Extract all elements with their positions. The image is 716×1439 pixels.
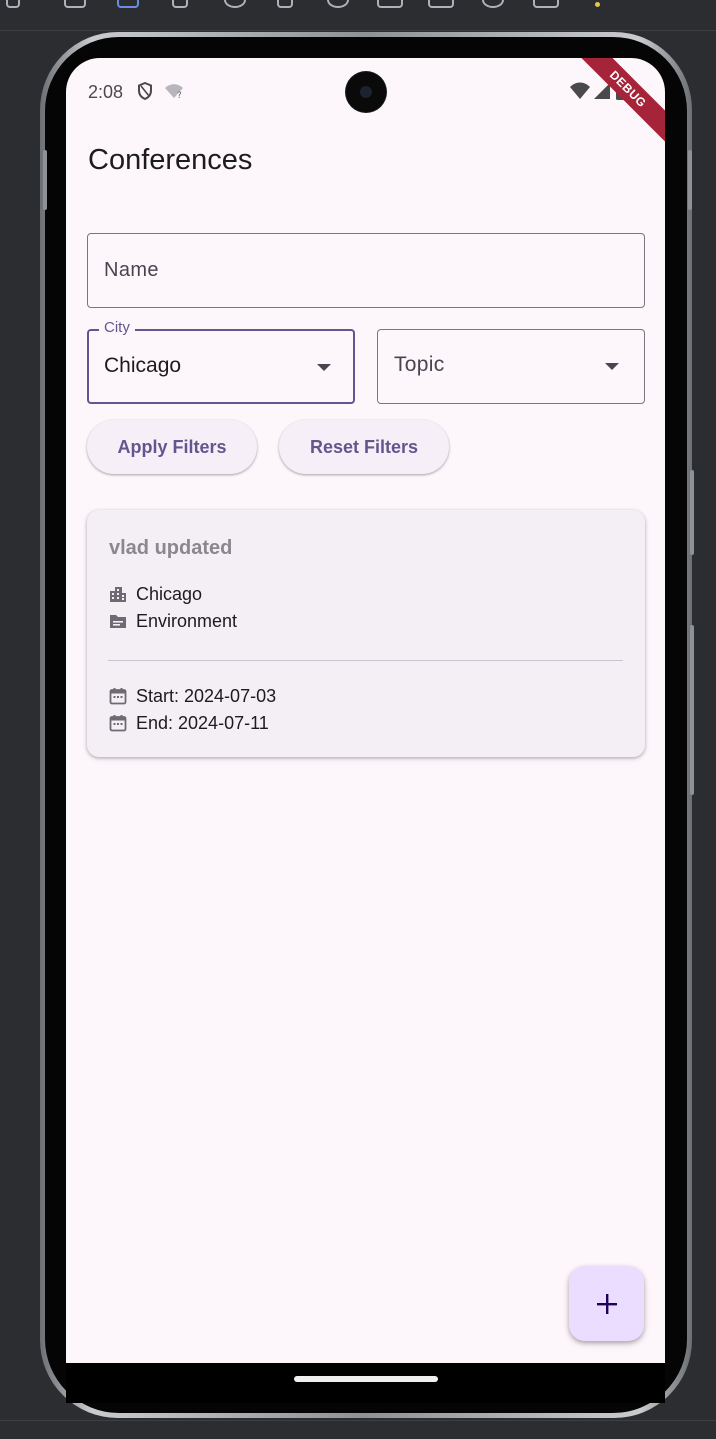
apply-filters-button[interactable]: Apply Filters xyxy=(87,420,257,474)
city-icon xyxy=(110,587,126,602)
settings-icon[interactable] xyxy=(327,0,349,8)
overview-icon[interactable] xyxy=(277,0,293,8)
page-title: Conferences xyxy=(88,144,253,176)
volume-down-button xyxy=(690,625,694,795)
calendar-icon xyxy=(109,688,127,705)
add-conference-button[interactable] xyxy=(569,1266,644,1341)
city-dropdown-value: Chicago xyxy=(104,354,182,377)
conference-start-row: Start: 2024-07-03 xyxy=(109,685,276,707)
emulator-bottom-bar xyxy=(0,1420,716,1439)
city-dropdown[interactable]: City Chicago xyxy=(87,319,355,404)
navigation-bar xyxy=(66,1363,665,1403)
power-button xyxy=(688,150,692,210)
conference-city-row: Chicago xyxy=(109,583,202,605)
conference-topic: Environment xyxy=(136,610,238,631)
calendar-icon xyxy=(109,715,127,732)
name-field[interactable]: Name xyxy=(87,233,645,308)
folder-icon xyxy=(110,615,126,628)
svg-text:?: ? xyxy=(177,91,182,99)
front-camera xyxy=(346,72,386,112)
volume-up-button xyxy=(690,470,694,555)
wifi-icon xyxy=(570,82,590,99)
reset-filters-button[interactable]: Reset Filters xyxy=(279,420,449,474)
device-icon[interactable] xyxy=(533,0,559,8)
topic-dropdown[interactable]: Topic xyxy=(377,329,645,404)
status-time: 2:08 xyxy=(88,82,124,102)
conference-city: Chicago xyxy=(136,583,203,604)
volume-icon[interactable] xyxy=(6,0,20,8)
plus-icon xyxy=(596,1293,617,1314)
signal-icon xyxy=(594,83,610,99)
back-icon[interactable] xyxy=(172,0,188,8)
city-dropdown-arrow-icon xyxy=(317,364,331,371)
conference-name: vlad updated xyxy=(109,537,233,559)
conference-start-date: Start: 2024-07-03 xyxy=(136,685,277,706)
name-field-placeholder: Name xyxy=(104,259,159,281)
conference-topic-row: Environment xyxy=(109,610,237,632)
conference-end-date: End: 2024-07-11 xyxy=(136,712,269,733)
home-icon[interactable] xyxy=(224,0,246,8)
status-dot-icon xyxy=(595,2,600,7)
conference-end-row: End: 2024-07-11 xyxy=(109,712,269,734)
emulator-toolbar xyxy=(0,0,716,31)
conference-card[interactable]: vlad updated Chicago Environment Start: … xyxy=(87,510,645,757)
home-gesture-handle[interactable] xyxy=(294,1376,438,1382)
side-button-left xyxy=(43,150,47,210)
city-dropdown-label: City xyxy=(99,319,135,336)
wifi-question-icon: ? xyxy=(165,84,183,99)
topic-dropdown-placeholder: Topic xyxy=(394,353,445,376)
screenshot-icon[interactable] xyxy=(377,0,403,8)
record-icon[interactable] xyxy=(428,0,454,8)
card-divider xyxy=(108,660,623,661)
shield-icon xyxy=(138,82,152,100)
rotate-right-icon[interactable] xyxy=(117,0,139,8)
topic-dropdown-arrow-icon xyxy=(605,363,619,370)
help-icon[interactable] xyxy=(482,0,504,8)
app-screen: 2:08 ? DEBUG Conferences Name City Chica… xyxy=(66,58,665,1363)
rotate-left-icon[interactable] xyxy=(64,0,86,8)
